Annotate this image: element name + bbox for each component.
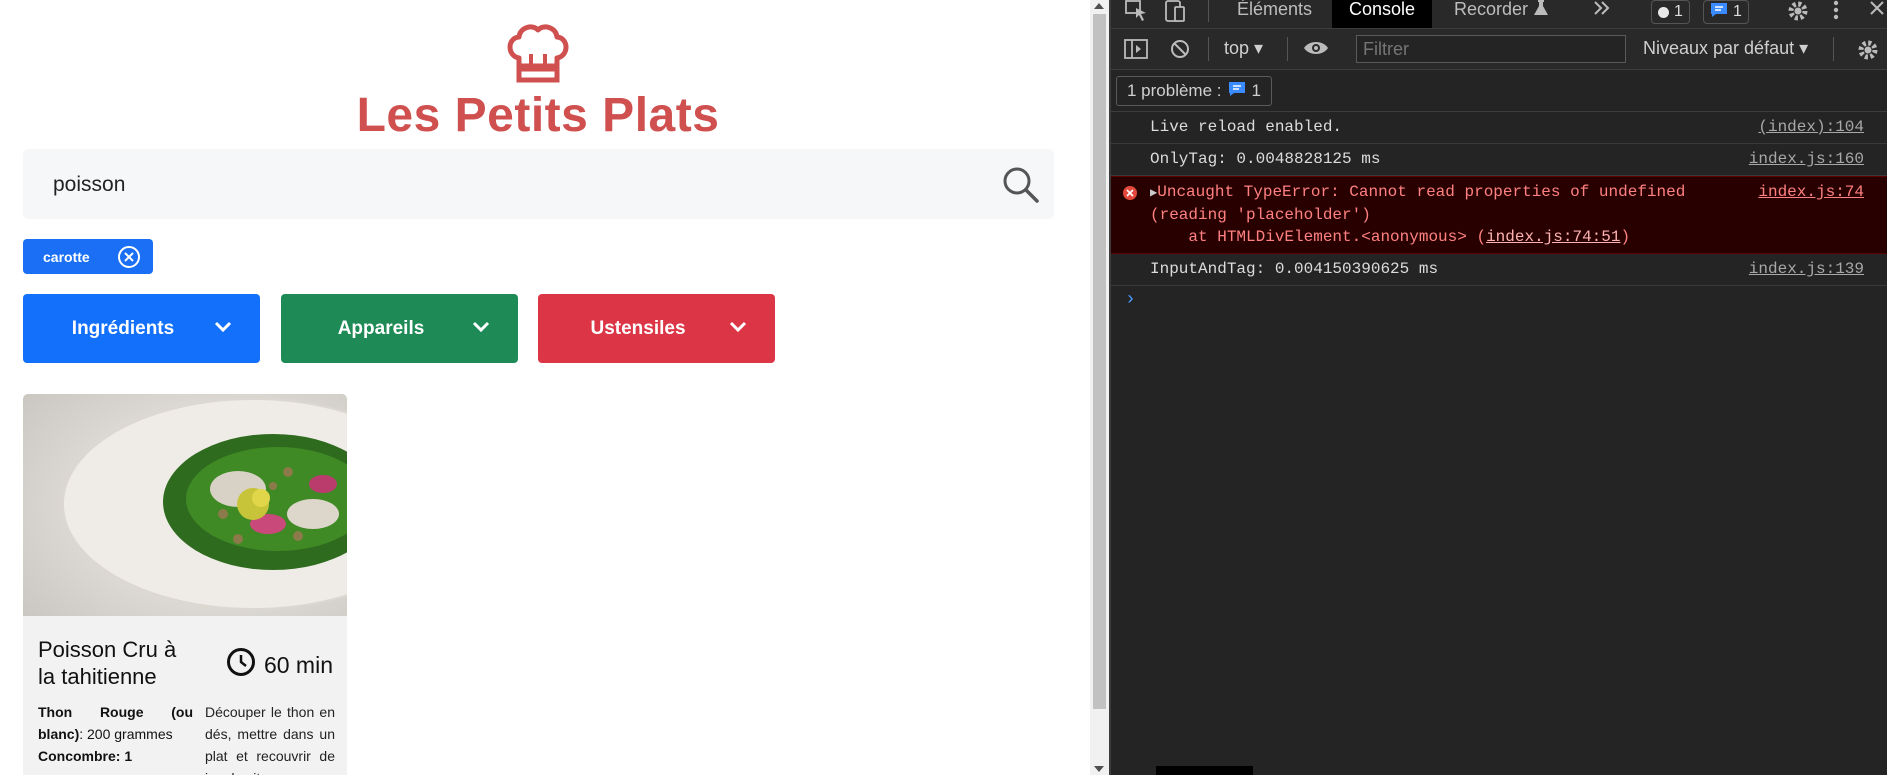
clock-icon xyxy=(226,647,256,683)
close-circle-icon[interactable] xyxy=(117,245,141,274)
devtools-panel: Éléments Console Recorder 1 1 top ▾ Filt… xyxy=(1111,0,1887,775)
recipe-time: 60 min xyxy=(226,647,333,683)
console-toolbar: top ▾ Niveaux par défaut ▾ xyxy=(1111,29,1887,70)
recipe-card[interactable]: Poisson Cru à la tahitienne 60 min Thon … xyxy=(23,394,347,775)
error-stack-suffix: ) xyxy=(1620,228,1631,246)
problems-chip[interactable]: 1 problème : 1 xyxy=(1116,76,1272,106)
recipe-ingredients: Thon Rouge (ou blanc): 200 grammes Conco… xyxy=(38,701,193,767)
more-tabs-icon[interactable] xyxy=(1593,0,1611,28)
recipe-image xyxy=(23,394,347,616)
page-scrollbar[interactable] xyxy=(1090,0,1109,775)
console-source-link[interactable]: index.js:160 xyxy=(1749,150,1864,168)
ingredient-name: Concombre: 1 xyxy=(38,748,133,764)
console-message-text: OnlyTag: 0.0048828125 ms xyxy=(1150,150,1381,168)
issues-badge[interactable]: 1 xyxy=(1651,0,1690,24)
problems-count: 1 xyxy=(1251,81,1261,100)
console-message-text: InputAndTag: 0.004150390625 ms xyxy=(1150,260,1439,278)
dropdown-label: Ustensiles xyxy=(590,318,686,339)
console-message: OnlyTag: 0.0048828125 ms index.js:160 xyxy=(1111,144,1887,176)
inspect-element-icon[interactable] xyxy=(1125,0,1149,28)
problems-label: 1 problème : xyxy=(1127,81,1222,100)
issues-count: 1 xyxy=(1674,3,1683,20)
selected-tag[interactable]: carotte xyxy=(23,239,153,274)
messages-badge[interactable]: 1 xyxy=(1703,0,1749,24)
console-source-link[interactable]: index.js:74 xyxy=(1758,183,1864,201)
console-error-message: ▶Uncaught TypeError: Cannot read propert… xyxy=(1111,176,1887,254)
issue-dot-icon xyxy=(1658,6,1669,18)
utensils-dropdown[interactable]: Ustensiles xyxy=(538,294,775,363)
chef-hat-logo-icon xyxy=(0,24,1076,84)
console-prompt-chevron-icon[interactable]: › xyxy=(1125,290,1136,310)
console-settings-gear-icon[interactable] xyxy=(1857,39,1879,66)
console-error-text: ▶Uncaught TypeError: Cannot read propert… xyxy=(1150,181,1750,248)
error-icon xyxy=(1122,185,1138,206)
search-icon[interactable] xyxy=(1002,166,1040,209)
error-stack-prefix: at HTMLDivElement.<anonymous> ( xyxy=(1150,228,1487,246)
appliances-dropdown[interactable]: Appareils xyxy=(281,294,518,363)
dropdown-label: Appareils xyxy=(337,318,425,339)
console-message-text: Live reload enabled. xyxy=(1150,118,1343,136)
chevron-down-icon xyxy=(214,318,232,340)
log-levels-label: Niveaux par défaut xyxy=(1643,38,1795,58)
recipe-description: Découper le thon en dés, mettre dans un … xyxy=(205,704,335,775)
tab-elements[interactable]: Éléments xyxy=(1237,0,1312,28)
kebab-menu-icon[interactable] xyxy=(1833,0,1839,28)
search-input[interactable]: poisson xyxy=(53,173,125,197)
scroll-up-icon[interactable] xyxy=(1094,3,1104,9)
recipe-title: Poisson Cru à la tahitienne xyxy=(38,637,177,689)
problems-bar: 1 problème : 1 xyxy=(1111,70,1887,112)
site-title: Les Petits Plats xyxy=(356,89,720,142)
messages-count: 1 xyxy=(1733,3,1742,20)
scroll-down-icon[interactable] xyxy=(1094,766,1104,772)
recipe-time-value: 60 min xyxy=(263,651,333,678)
clear-console-icon[interactable] xyxy=(1170,39,1190,64)
tab-recorder[interactable]: Recorder xyxy=(1454,0,1549,28)
scroll-thumb[interactable] xyxy=(1093,14,1106,709)
message-icon xyxy=(1228,81,1246,102)
close-devtools-icon[interactable] xyxy=(1869,0,1885,28)
flask-icon xyxy=(1534,0,1549,28)
message-icon xyxy=(1710,2,1728,23)
devtools-tabbar: Éléments Console Recorder 1 1 xyxy=(1111,0,1887,29)
context-label: top xyxy=(1224,38,1250,58)
caret-down-icon: ▾ xyxy=(1254,38,1264,58)
ingredients-dropdown[interactable]: Ingrédients xyxy=(23,294,260,363)
device-toolbar-icon[interactable] xyxy=(1163,0,1187,28)
log-levels-dropdown[interactable]: Niveaux par défaut ▾ xyxy=(1643,38,1808,59)
tag-label: carotte xyxy=(43,249,90,265)
chevron-down-icon xyxy=(472,318,490,340)
dropdown-label: Ingrédients xyxy=(71,318,175,339)
console-message: Live reload enabled. (index):104 xyxy=(1111,112,1887,144)
ingredient-quantity: : 200 grammes xyxy=(79,726,173,742)
context-selector[interactable]: top ▾ xyxy=(1224,38,1263,59)
console-filter-input[interactable] xyxy=(1356,35,1626,63)
recipe-page: Les Petits Plats poisson carotte Ingrédi… xyxy=(0,0,1090,775)
tab-console[interactable]: Console xyxy=(1332,0,1433,28)
eye-icon[interactable] xyxy=(1303,39,1329,62)
settings-gear-icon[interactable] xyxy=(1787,0,1809,28)
console-source-link[interactable]: (index):104 xyxy=(1758,118,1864,136)
error-stack-link[interactable]: index.js:74:51 xyxy=(1486,228,1620,246)
sidebar-toggle-icon[interactable] xyxy=(1124,39,1148,64)
tab-recorder-label: Recorder xyxy=(1454,0,1529,19)
search-bar[interactable]: poisson xyxy=(23,149,1054,219)
console-source-link[interactable]: index.js:139 xyxy=(1749,260,1864,278)
console-message: InputAndTag: 0.004150390625 ms index.js:… xyxy=(1111,254,1887,286)
chevron-down-icon xyxy=(729,318,747,340)
error-message: Uncaught TypeError: Cannot read properti… xyxy=(1150,183,1686,224)
horizontal-scrollbar[interactable] xyxy=(1156,766,1253,775)
caret-down-icon: ▾ xyxy=(1799,38,1809,58)
